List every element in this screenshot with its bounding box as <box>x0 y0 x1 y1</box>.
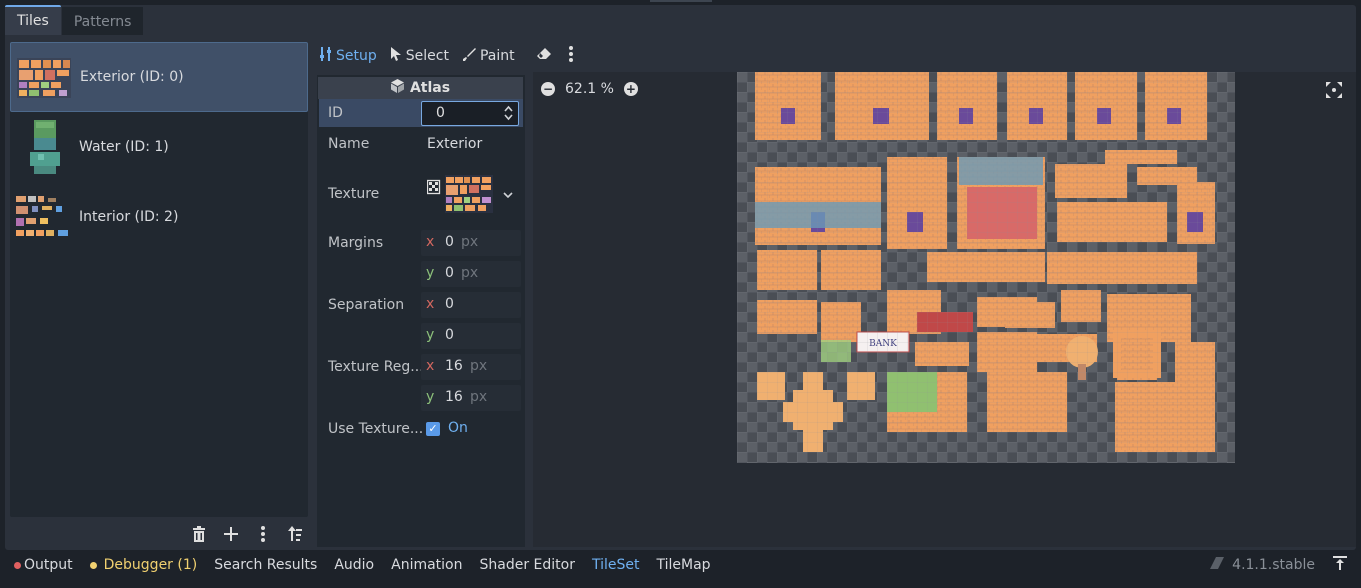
source-item-water[interactable]: Water (ID: 1) <box>10 112 308 182</box>
zoom-in-icon[interactable]: + <box>623 82 638 96</box>
margins-label: Margins <box>328 235 384 251</box>
center-view-icon[interactable] <box>1326 82 1342 102</box>
texture-region-y-value: 16 <box>445 389 463 405</box>
tab-patterns[interactable]: Patterns <box>61 7 144 35</box>
separation-y-field[interactable]: y 0 <box>421 323 521 349</box>
setup-label: Setup <box>336 48 377 64</box>
paint-brush-icon <box>462 47 476 65</box>
use-texture-value: On <box>448 420 468 436</box>
tab-bar: Tiles Patterns <box>5 5 144 37</box>
tab-tiles[interactable]: Tiles <box>5 5 61 35</box>
source-item-interior[interactable]: Interior (ID: 2) <box>10 182 308 252</box>
setup-button[interactable]: Setup <box>320 47 377 65</box>
cube-icon <box>390 79 404 97</box>
axis-y-label: y <box>426 327 435 343</box>
texture-region-x-unit: px <box>470 358 488 374</box>
source-label: Water (ID: 1) <box>79 139 169 155</box>
texture-preview[interactable] <box>445 175 493 217</box>
spinner-arrows-icon[interactable] <box>504 105 513 123</box>
atlas-texture[interactable]: BANK <box>737 72 1235 463</box>
margins-y-unit: px <box>461 265 479 281</box>
select-cursor-icon <box>390 47 402 65</box>
source-toolbar <box>186 522 308 546</box>
texture-type-icon <box>426 179 441 199</box>
texture-region-x-value: 16 <box>445 358 463 374</box>
source-label: Exterior (ID: 0) <box>80 69 184 85</box>
margins-x-value: 0 <box>445 234 454 250</box>
select-label: Select <box>405 48 449 64</box>
source-thumbnail <box>14 118 72 176</box>
tileset-tab[interactable]: TileSet <box>592 557 640 573</box>
more-options-button[interactable] <box>568 46 573 66</box>
tilemap-tab[interactable]: TileMap <box>657 557 711 573</box>
bottom-panel-bar: Output Debugger (1) Search Results Audio… <box>0 550 1361 580</box>
paint-label: Paint <box>479 48 515 64</box>
output-tab[interactable]: Output <box>14 557 73 573</box>
atlas-inspector: Atlas ID 0 Name Exterior Texture Margins… <box>317 75 525 547</box>
eraser-button[interactable] <box>536 48 551 64</box>
select-button[interactable]: Select <box>390 47 449 65</box>
source-item-exterior[interactable]: Exterior (ID: 0) <box>10 42 308 112</box>
debugger-tab[interactable]: Debugger (1) <box>89 557 198 573</box>
zoom-out-icon[interactable]: − <box>541 82 555 96</box>
margins-x-unit: px <box>461 234 479 250</box>
axis-x-label: x <box>426 296 435 312</box>
kebab-menu-icon[interactable] <box>250 522 276 546</box>
chevron-down-icon[interactable] <box>503 187 513 203</box>
separation-x-value: 0 <box>445 296 454 312</box>
axis-y-label: y <box>426 389 435 405</box>
source-label: Interior (ID: 2) <box>79 209 179 225</box>
use-texture-checkbox[interactable]: ✓ <box>426 422 440 436</box>
output-label: Output <box>24 557 73 573</box>
use-texture-label: Use Texture... <box>328 421 424 437</box>
texture-region-y-field[interactable]: y 16 px <box>421 385 521 411</box>
debugger-label: Debugger (1) <box>103 557 198 573</box>
axis-x-label: x <box>426 234 435 250</box>
margins-x-field[interactable]: x 0 px <box>421 230 521 256</box>
atlas-header: Atlas <box>318 77 523 99</box>
sort-icon[interactable] <box>282 522 308 546</box>
version-info[interactable]: 4.1.1.stable <box>1210 557 1315 573</box>
warning-dot-icon <box>89 561 97 569</box>
mode-toolbar: Setup Select Paint <box>320 45 573 67</box>
top-notch <box>650 0 712 2</box>
id-value: 0 <box>436 105 445 121</box>
zoom-level: 62.1 % <box>565 81 614 97</box>
trash-icon[interactable] <box>186 522 212 546</box>
texture-region-y-unit: px <box>470 389 488 405</box>
kebab-menu-icon <box>568 46 573 66</box>
expand-panel-icon[interactable] <box>1333 556 1347 574</box>
axis-y-label: y <box>426 265 435 281</box>
id-label: ID <box>328 105 343 121</box>
update-icon <box>1210 557 1225 573</box>
zoom-controls: − 62.1 % + <box>541 81 638 97</box>
texture-region-label: Texture Reg... <box>328 359 424 375</box>
margins-y-value: 0 <box>445 265 454 281</box>
separation-y-value: 0 <box>445 327 454 343</box>
id-spinbox[interactable]: 0 <box>421 101 519 126</box>
margins-y-field[interactable]: y 0 px <box>421 261 521 287</box>
animation-tab[interactable]: Animation <box>391 557 462 573</box>
texture-label: Texture <box>328 186 380 202</box>
search-results-tab[interactable]: Search Results <box>214 557 317 573</box>
texture-region-x-field[interactable]: x 16 px <box>421 354 521 380</box>
atlas-title: Atlas <box>409 80 451 96</box>
name-label: Name <box>328 136 370 152</box>
name-field[interactable]: Exterior <box>427 136 482 152</box>
setup-icon <box>320 47 332 65</box>
separation-x-field[interactable]: x 0 <box>421 292 521 318</box>
version-label: 4.1.1.stable <box>1232 557 1315 573</box>
audio-tab[interactable]: Audio <box>334 557 374 573</box>
source-thumbnail <box>14 188 72 246</box>
eraser-icon <box>536 48 551 64</box>
plus-icon[interactable] <box>218 522 244 546</box>
axis-x-label: x <box>426 358 435 374</box>
atlas-viewport[interactable]: − 62.1 % + <box>533 72 1356 547</box>
separation-label: Separation <box>328 297 405 313</box>
error-dot-icon <box>14 561 21 569</box>
paint-button[interactable]: Paint <box>462 47 515 65</box>
shader-editor-tab[interactable]: Shader Editor <box>480 557 575 573</box>
source-thumbnail <box>15 48 73 106</box>
tile-source-list: Exterior (ID: 0) Water (ID: 1) Interior … <box>10 42 308 517</box>
